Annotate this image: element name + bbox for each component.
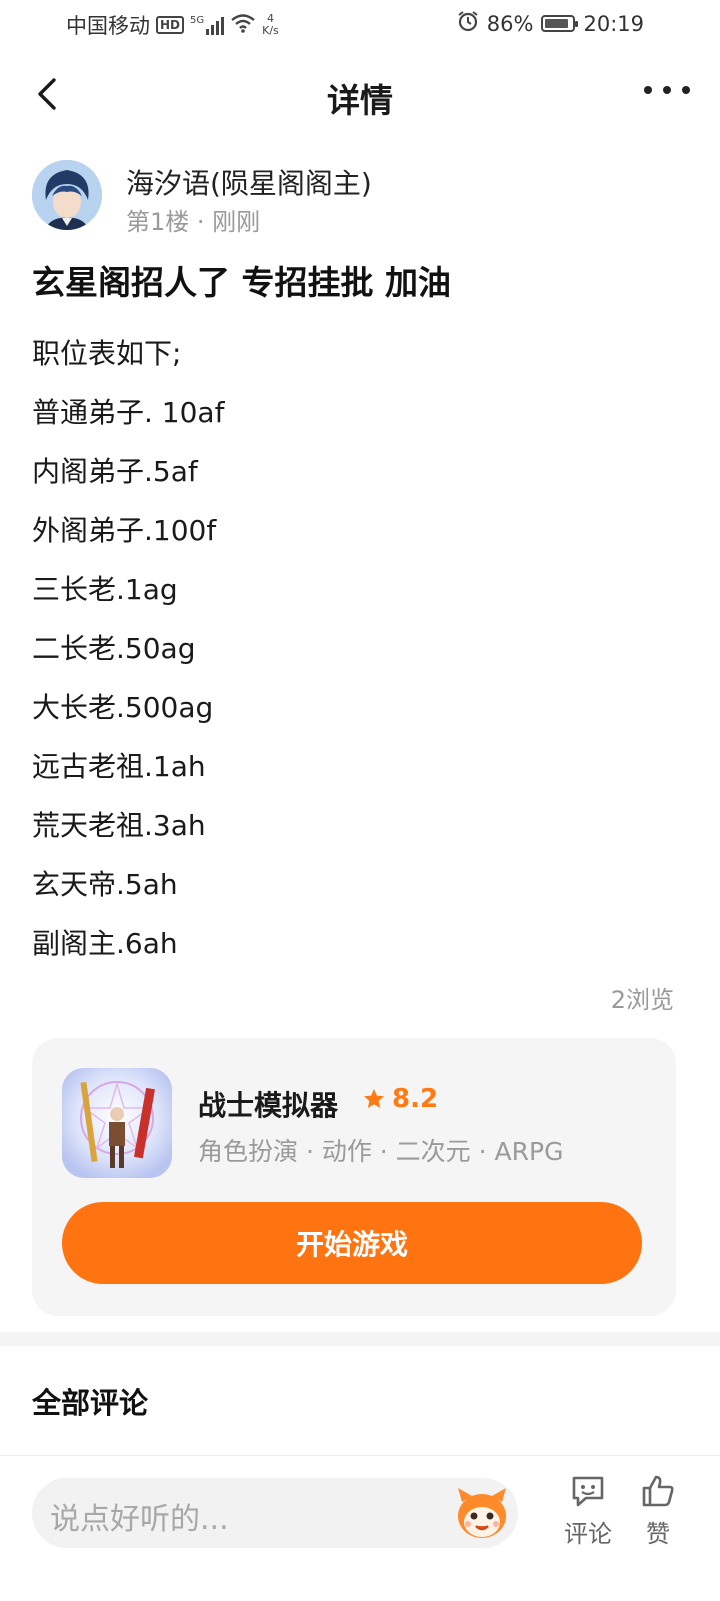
hd-badge: HD bbox=[156, 16, 185, 34]
more-dot bbox=[644, 86, 652, 94]
comments-heading: 全部评论 bbox=[32, 1386, 149, 1420]
post-line: 副阁主.6ah bbox=[32, 927, 178, 960]
post-author: 海汐语(陨星阁阁主) 第1楼 · 刚刚 bbox=[32, 160, 692, 240]
carrier-name: 中国移动 bbox=[66, 14, 150, 38]
bottom-bar: 说点好听的... 评论 赞 bbox=[0, 1455, 720, 1601]
more-button[interactable] bbox=[644, 78, 690, 102]
post-meta: 第1楼 · 刚刚 bbox=[126, 208, 261, 236]
more-dot bbox=[663, 86, 671, 94]
post-title: 玄星阁招人了 专招挂批 加油 bbox=[32, 263, 451, 302]
more-dot bbox=[682, 86, 690, 94]
like-label: 赞 bbox=[646, 1520, 670, 1548]
post-body: 职位表如下; 普通弟子. 10af 内阁弟子.5af 外阁弟子.100f 三长老… bbox=[32, 324, 692, 973]
post-line: 三长老.1ag bbox=[32, 573, 178, 606]
post-line: 职位表如下; bbox=[32, 337, 182, 370]
mascot-icon[interactable] bbox=[454, 1484, 510, 1542]
status-bar: 中国移动 HD 5G 4 K/s 86% 20:19 bbox=[0, 0, 720, 48]
alarm-icon bbox=[457, 10, 479, 37]
thumbs-up-icon bbox=[642, 1475, 674, 1507]
wifi-icon bbox=[230, 13, 256, 38]
battery-icon bbox=[541, 15, 579, 32]
rating-value: 8.2 bbox=[392, 1084, 439, 1114]
comment-icon bbox=[572, 1476, 604, 1507]
post-line: 二长老.50ag bbox=[32, 632, 196, 665]
post-line: 内阁弟子.5af bbox=[32, 455, 198, 488]
battery-percent: 86% bbox=[486, 11, 534, 36]
like-action[interactable]: 赞 bbox=[626, 1474, 690, 1549]
game-name: 战士模拟器 bbox=[198, 1089, 339, 1122]
status-right: 86% 20:19 bbox=[457, 10, 644, 37]
game-tags: 角色扮演 · 动作 · 二次元 · ARPG bbox=[198, 1137, 564, 1166]
net-speed: 4 K/s bbox=[262, 13, 279, 37]
comment-placeholder: 说点好听的... bbox=[50, 1502, 229, 1537]
avatar[interactable] bbox=[32, 160, 102, 230]
page-title: 详情 bbox=[327, 81, 393, 120]
post-line: 荒天老祖.3ah bbox=[32, 809, 206, 842]
section-divider bbox=[0, 1332, 720, 1346]
signal-type: 5G bbox=[190, 15, 205, 26]
comment-action[interactable]: 评论 bbox=[556, 1474, 620, 1549]
game-rating: 8.2 bbox=[362, 1084, 438, 1114]
signal-icon: 5G bbox=[190, 15, 225, 35]
star-icon bbox=[364, 1089, 384, 1108]
clock: 20:19 bbox=[583, 11, 644, 36]
comment-input[interactable]: 说点好听的... bbox=[32, 1478, 518, 1548]
comment-label: 评论 bbox=[564, 1520, 612, 1548]
post-line: 普通弟子. 10af bbox=[32, 396, 225, 429]
game-card[interactable]: 战士模拟器 8.2 角色扮演 · 动作 · 二次元 · ARPG 开始游戏 bbox=[32, 1038, 676, 1316]
status-left: 中国移动 HD 5G 4 K/s bbox=[66, 10, 279, 40]
game-icon[interactable] bbox=[62, 1068, 172, 1178]
start-game-button[interactable]: 开始游戏 bbox=[62, 1202, 642, 1284]
net-speed-unit: K/s bbox=[262, 24, 279, 37]
view-count: 2浏览 bbox=[610, 986, 674, 1014]
post-line: 玄天帝.5ah bbox=[32, 868, 178, 901]
post-line: 远古老祖.1ah bbox=[32, 750, 206, 783]
battery-level bbox=[545, 19, 568, 28]
author-name[interactable]: 海汐语(陨星阁阁主) bbox=[126, 162, 372, 202]
post-line: 大长老.500ag bbox=[32, 691, 214, 724]
top-navigation: 详情 bbox=[0, 56, 720, 136]
post-line: 外阁弟子.100f bbox=[32, 514, 217, 547]
